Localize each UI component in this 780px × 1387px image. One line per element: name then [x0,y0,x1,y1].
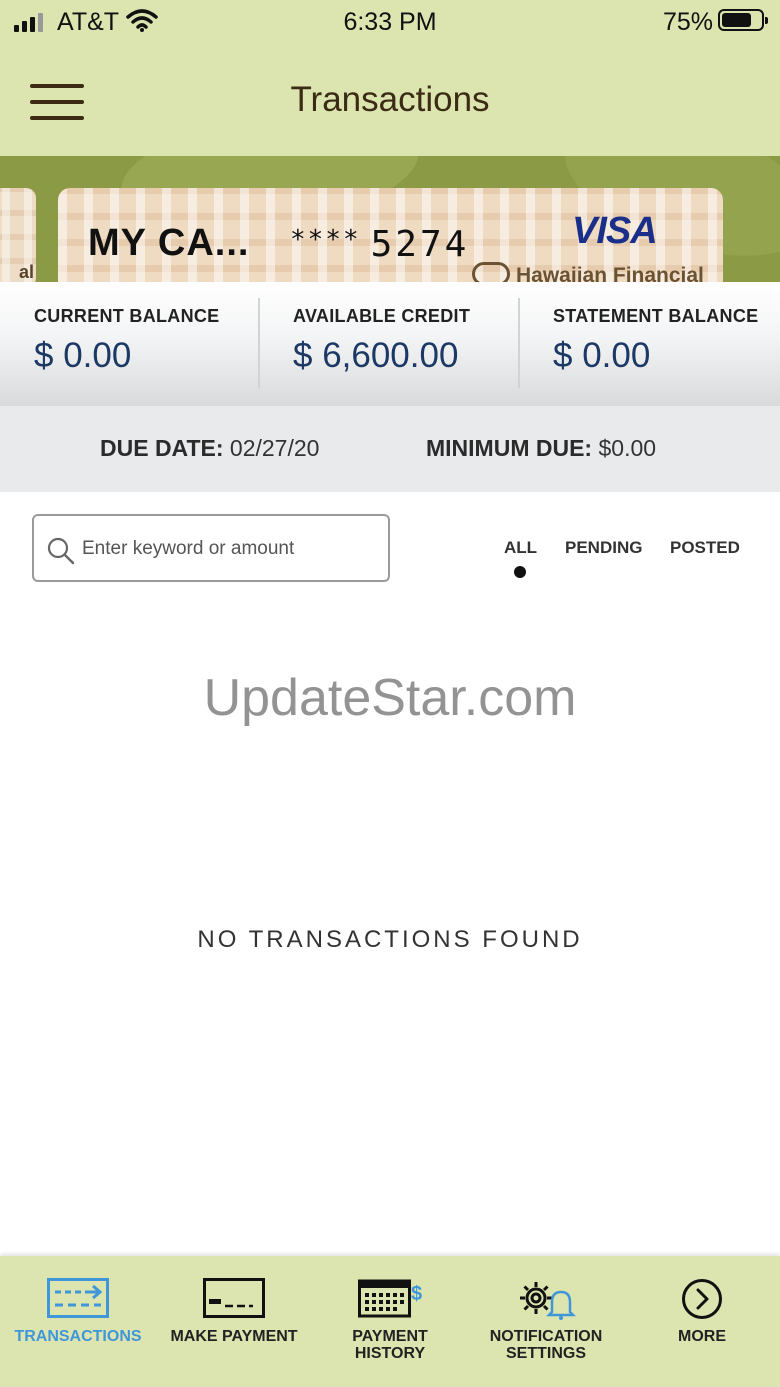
due-date-value: 02/27/20 [229,435,320,461]
tab-transactions[interactable]: TRANSACTIONS [0,1256,156,1387]
empty-state-message: NO TRANSACTIONS FOUND [197,926,583,953]
current-balance-label: CURRENT BALANCE [34,306,220,326]
card-last-four: 5274 [370,224,470,265]
tab-label: MAKE PAYMENT [170,1328,298,1345]
card-carousel[interactable]: al MY CA... **** 5274 VISA Hawaiian Finan… [0,156,780,282]
battery-percent: 75% [663,8,714,36]
tab-more[interactable]: MORE [624,1256,780,1387]
card-number: **** 5274 [290,224,469,265]
available-credit-label: AVAILABLE CREDIT [293,306,471,326]
credit-card[interactable]: MY CA... **** 5274 VISA Hawaiian Financia… [58,188,723,282]
available-credit: AVAILABLE CREDIT $ 6,600.00 [260,282,518,406]
tab-label: PAYMENT HISTORY [352,1328,428,1362]
filter-tab-pending[interactable]: PENDING [565,538,642,558]
filter-tab-all[interactable]: ALL [504,538,537,558]
current-balance: CURRENT BALANCE $ 0.00 [0,282,258,406]
card-masked-prefix: **** [290,225,361,255]
page-title: Transactions [290,80,490,119]
tab-notification-settings[interactable]: NOTIFICATION SETTINGS [468,1256,624,1387]
tab-label: NOTIFICATION SETTINGS [489,1328,603,1362]
visa-logo: VISA [572,210,658,252]
previous-card[interactable]: al [0,188,36,282]
tab-make-payment[interactable]: MAKE PAYMENT [156,1256,312,1387]
issuer-logo: Hawaiian Financial [472,262,704,282]
transactions-icon [47,1278,109,1318]
minimum-due-value: $0.00 [598,435,657,461]
issuer-name: Hawaiian Financial [516,264,704,282]
selected-filter-indicator [514,566,526,578]
search-box[interactable] [32,514,390,582]
app-header: Transactions [0,44,780,156]
card-name: MY CA... [88,222,250,264]
due-info: DUE DATE: 02/27/20 MINIMUM DUE: $0.00 [0,406,780,492]
previous-card-fragment: al [18,262,34,282]
gear-bell-icon [520,1282,576,1320]
statement-balance: STATEMENT BALANCE $ 0.00 [520,282,780,406]
filter-tab-posted[interactable]: POSTED [670,538,740,558]
chevron-right-circle-icon [682,1279,722,1319]
issuer-mark-icon [472,262,510,282]
due-date: DUE DATE: 02/27/20 [100,435,319,462]
watermark: UpdateStar.com [203,669,577,727]
battery-icon [718,9,768,31]
minimum-due-label: MINIMUM DUE: [426,435,593,461]
status-bar: AT&T 6:33 PM 75% [0,0,780,44]
due-date-label: DUE DATE: [100,435,224,461]
calendar-dollar-icon: $ [358,1279,422,1318]
tab-label: MORE [678,1328,726,1345]
tab-label: TRANSACTIONS [14,1328,142,1345]
search-icon [47,537,75,565]
statement-balance-value: $ 0.00 [553,336,651,375]
svg-text:$: $ [411,1283,422,1305]
current-balance-value: $ 0.00 [34,336,132,375]
card-payment-icon [203,1278,265,1318]
bottom-tab-bar: TRANSACTIONS MAKE PAYMENT $ PAYMENT HIST… [0,1256,780,1387]
minimum-due: MINIMUM DUE: $0.00 [426,435,656,462]
tab-payment-history[interactable]: $ PAYMENT HISTORY [312,1256,468,1387]
statement-balance-label: STATEMENT BALANCE [553,306,759,326]
balances-panel: CURRENT BALANCE $ 0.00 AVAILABLE CREDIT … [0,282,780,406]
available-credit-value: $ 6,600.00 [293,336,459,375]
search-input[interactable] [82,532,378,566]
